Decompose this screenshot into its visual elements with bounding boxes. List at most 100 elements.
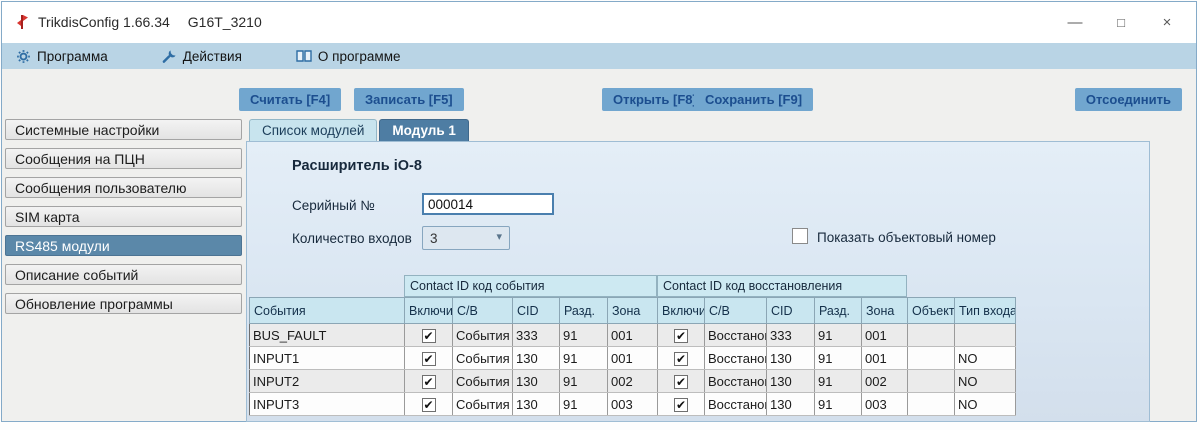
cid-cell[interactable]: 333	[767, 324, 815, 347]
sidebar-item-event-description[interactable]: Описание событий	[5, 264, 242, 285]
checkbox-icon[interactable]: ✔	[422, 398, 436, 412]
show-object-number-checkbox[interactable]	[792, 228, 808, 244]
checkbox-icon[interactable]: ✔	[674, 375, 688, 389]
app-logo-icon	[15, 14, 31, 30]
enable-cell[interactable]: ✔	[405, 347, 453, 370]
col-sv-2: С/В	[705, 298, 767, 324]
sidebar-item-sim-card[interactable]: SIM карта	[5, 206, 242, 227]
object-cell[interactable]	[908, 347, 955, 370]
cid-cell[interactable]: 333	[513, 324, 560, 347]
checkbox-icon[interactable]: ✔	[422, 329, 436, 343]
sidebar-item-firmware-update[interactable]: Обновление программы	[5, 293, 242, 314]
zone-cell[interactable]: 003	[862, 393, 908, 416]
sidebar-item-rs485-modules[interactable]: RS485 модули	[5, 235, 242, 256]
part-cell[interactable]: 91	[560, 347, 608, 370]
serial-number-input[interactable]	[422, 193, 554, 215]
inputs-count-select[interactable]: 3 ▾	[422, 226, 510, 250]
checkbox-icon[interactable]: ✔	[674, 352, 688, 366]
part-cell[interactable]: 91	[815, 393, 862, 416]
sidebar-item-system-settings[interactable]: Системные настройки	[5, 119, 242, 140]
sidebar-item-cms-messages[interactable]: Сообщения на ПЦН	[5, 148, 242, 169]
enable-cell[interactable]: ✔	[405, 324, 453, 347]
cid-cell[interactable]: 130	[513, 370, 560, 393]
enable-cell[interactable]: ✔	[658, 347, 705, 370]
sv-cell[interactable]: События	[453, 370, 513, 393]
table-group-header-row: Contact ID код события Contact ID код во…	[249, 275, 1015, 297]
table-row: INPUT1 ✔ События 130 91 001 ✔ Восстановл…	[250, 347, 1016, 370]
checkbox-icon[interactable]: ✔	[422, 375, 436, 389]
window-title: TrikdisConfig 1.66.34 G16T_3210	[38, 14, 262, 30]
sv-cell[interactable]: Восстановление	[705, 393, 767, 416]
device-name: G16T_3210	[188, 14, 262, 30]
sv-cell[interactable]: События	[453, 324, 513, 347]
close-icon[interactable]: ×	[1144, 2, 1190, 43]
checkbox-icon[interactable]: ✔	[422, 352, 436, 366]
input-type-cell[interactable]: NO	[955, 347, 1016, 370]
sv-cell[interactable]: Восстановление	[705, 347, 767, 370]
menu-program[interactable]: Программа	[16, 49, 108, 64]
object-cell[interactable]	[908, 370, 955, 393]
enable-cell[interactable]: ✔	[405, 370, 453, 393]
cid-cell[interactable]: 130	[767, 393, 815, 416]
sv-cell[interactable]: События	[453, 347, 513, 370]
app-name: TrikdisConfig 1.66.34	[38, 14, 170, 30]
part-cell[interactable]: 91	[815, 347, 862, 370]
menu-actions[interactable]: Действия	[162, 49, 242, 64]
show-object-number-label: Показать объектовый номер	[817, 230, 996, 245]
part-cell[interactable]: 91	[815, 324, 862, 347]
zone-cell[interactable]: 001	[862, 324, 908, 347]
enable-cell[interactable]: ✔	[405, 393, 453, 416]
part-cell[interactable]: 91	[815, 370, 862, 393]
col-zone-1: Зона	[608, 298, 658, 324]
part-cell[interactable]: 91	[560, 393, 608, 416]
open-button[interactable]: Открыть [F8]	[602, 88, 708, 111]
maximize-icon[interactable]: □	[1098, 2, 1144, 43]
cid-cell[interactable]: 130	[513, 347, 560, 370]
input-type-cell[interactable]: NO	[955, 370, 1016, 393]
app-window: TrikdisConfig 1.66.34 G16T_3210 — □ ×	[1, 1, 1197, 422]
tab-strip: Список модулей Модуль 1	[249, 119, 469, 141]
sidebar-item-user-messages[interactable]: Сообщения пользователю	[5, 177, 242, 198]
col-zone-2: Зона	[862, 298, 908, 324]
zone-cell[interactable]: 002	[608, 370, 658, 393]
sv-cell[interactable]: Восстановление	[705, 324, 767, 347]
zone-cell[interactable]: 001	[862, 347, 908, 370]
menu-about[interactable]: О программе	[296, 49, 401, 64]
enable-cell[interactable]: ✔	[658, 370, 705, 393]
enable-cell[interactable]: ✔	[658, 393, 705, 416]
tab-module-1[interactable]: Модуль 1	[379, 119, 469, 141]
title-bar: TrikdisConfig 1.66.34 G16T_3210 — □ ×	[2, 2, 1196, 43]
zone-cell[interactable]: 003	[608, 393, 658, 416]
enable-cell[interactable]: ✔	[658, 324, 705, 347]
zone-cell[interactable]: 001	[608, 347, 658, 370]
input-type-cell[interactable]: NO	[955, 393, 1016, 416]
group-header-event-code: Contact ID код события	[404, 275, 657, 297]
minimize-icon[interactable]: —	[1052, 2, 1098, 43]
tab-module-list[interactable]: Список модулей	[249, 119, 377, 141]
read-button[interactable]: Считать [F4]	[239, 88, 341, 111]
menu-about-label: О программе	[318, 49, 401, 64]
zone-cell[interactable]: 001	[608, 324, 658, 347]
object-cell[interactable]	[908, 393, 955, 416]
save-button[interactable]: Сохранить [F9]	[694, 88, 813, 111]
object-cell[interactable]	[908, 324, 955, 347]
checkbox-icon[interactable]: ✔	[674, 398, 688, 412]
write-button[interactable]: Записать [F5]	[354, 88, 464, 111]
gear-icon	[16, 49, 31, 64]
sv-cell[interactable]: Восстановление	[705, 370, 767, 393]
sv-cell[interactable]: События	[453, 393, 513, 416]
cid-cell[interactable]: 130	[513, 393, 560, 416]
input-type-cell[interactable]	[955, 324, 1016, 347]
table-row: INPUT3 ✔ События 130 91 003 ✔ Восстановл…	[250, 393, 1016, 416]
col-object: Объектовый номер	[908, 298, 955, 324]
zone-cell[interactable]: 002	[862, 370, 908, 393]
part-cell[interactable]: 91	[560, 324, 608, 347]
expander-title: Расширитель iO-8	[292, 158, 422, 174]
part-cell[interactable]: 91	[560, 370, 608, 393]
checkbox-icon[interactable]: ✔	[674, 329, 688, 343]
col-cid-1: CID	[513, 298, 560, 324]
cid-cell[interactable]: 130	[767, 347, 815, 370]
cid-cell[interactable]: 130	[767, 370, 815, 393]
disconnect-button[interactable]: Отсоединить	[1075, 88, 1182, 111]
event-name-cell: INPUT3	[250, 393, 405, 416]
